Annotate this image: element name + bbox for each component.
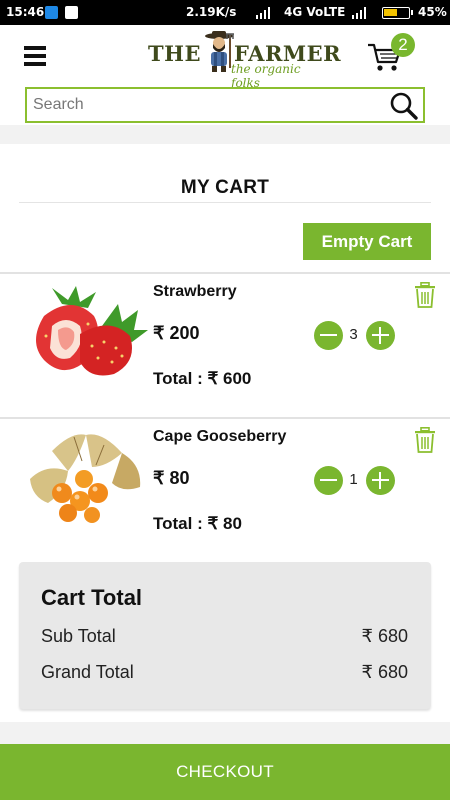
item-name: Cape Gooseberry: [153, 428, 287, 445]
item-total: Total : ₹ 600: [153, 369, 252, 388]
trash-icon[interactable]: [414, 427, 436, 453]
strawberry-image: [36, 286, 148, 376]
logo-tagline: the organic folks: [231, 62, 301, 90]
logo-word-the: THE: [148, 41, 201, 66]
cart-item: Cape Gooseberry ₹ 80 Total : ₹ 80 1: [0, 419, 450, 564]
battery-level: 45%: [418, 5, 447, 19]
increase-quantity-button[interactable]: [366, 466, 395, 495]
cart-total-panel: Cart Total Sub Total ₹ 680 Grand Total ₹…: [19, 562, 431, 709]
item-price: ₹ 80: [153, 468, 190, 488]
empty-cart-button[interactable]: Empty Cart: [303, 223, 431, 260]
menu-button[interactable]: [24, 46, 46, 66]
cart-panel: MY CART Empty Cart Strawberry ₹ 200 Tota…: [0, 144, 450, 722]
notification-icon: [65, 6, 78, 19]
app-header: THE FARMER the organic folks 2: [0, 25, 450, 125]
cart-total-heading: Cart Total: [41, 585, 143, 610]
item-quantity: 1: [349, 471, 358, 488]
page-title: MY CART: [180, 177, 270, 198]
network-type: 4G VoLTE: [284, 5, 346, 19]
search-icon[interactable]: [389, 91, 419, 121]
cart-item: Strawberry ₹ 200 Total : ₹ 600 3: [0, 274, 450, 419]
status-time: 15:46: [6, 5, 45, 19]
search-bar: [25, 87, 425, 123]
notification-icon: [45, 6, 58, 19]
grand-total-label: Grand Total: [41, 662, 134, 682]
battery-icon: [382, 7, 413, 19]
status-bar: 15:46 2.19K/s 4G VoLTE 45%: [0, 0, 450, 25]
signal-icon: [256, 7, 272, 19]
search-input[interactable]: [33, 93, 383, 117]
signal-icon: [352, 7, 368, 19]
menu-icon: [24, 46, 46, 50]
grand-total-value: ₹ 680: [361, 662, 409, 682]
sub-total-label: Sub Total: [41, 626, 116, 646]
item-total: Total : ₹ 80: [153, 514, 242, 533]
cart-count-badge[interactable]: 2: [391, 33, 415, 57]
cape-gooseberry-image: [30, 434, 141, 523]
item-name: Strawberry: [153, 283, 237, 300]
decrease-quantity-button[interactable]: [314, 321, 343, 350]
divider: [19, 202, 431, 203]
increase-quantity-button[interactable]: [366, 321, 395, 350]
app-logo[interactable]: THE FARMER the organic folks: [148, 30, 341, 90]
checkout-button[interactable]: CHECKOUT: [0, 744, 450, 800]
item-quantity: 3: [349, 326, 358, 343]
decrease-quantity-button[interactable]: [314, 466, 343, 495]
trash-icon[interactable]: [414, 282, 436, 308]
item-price: ₹ 200: [153, 323, 200, 343]
sub-total-value: ₹ 680: [361, 626, 409, 646]
net-speed: 2.19K/s: [186, 5, 237, 19]
